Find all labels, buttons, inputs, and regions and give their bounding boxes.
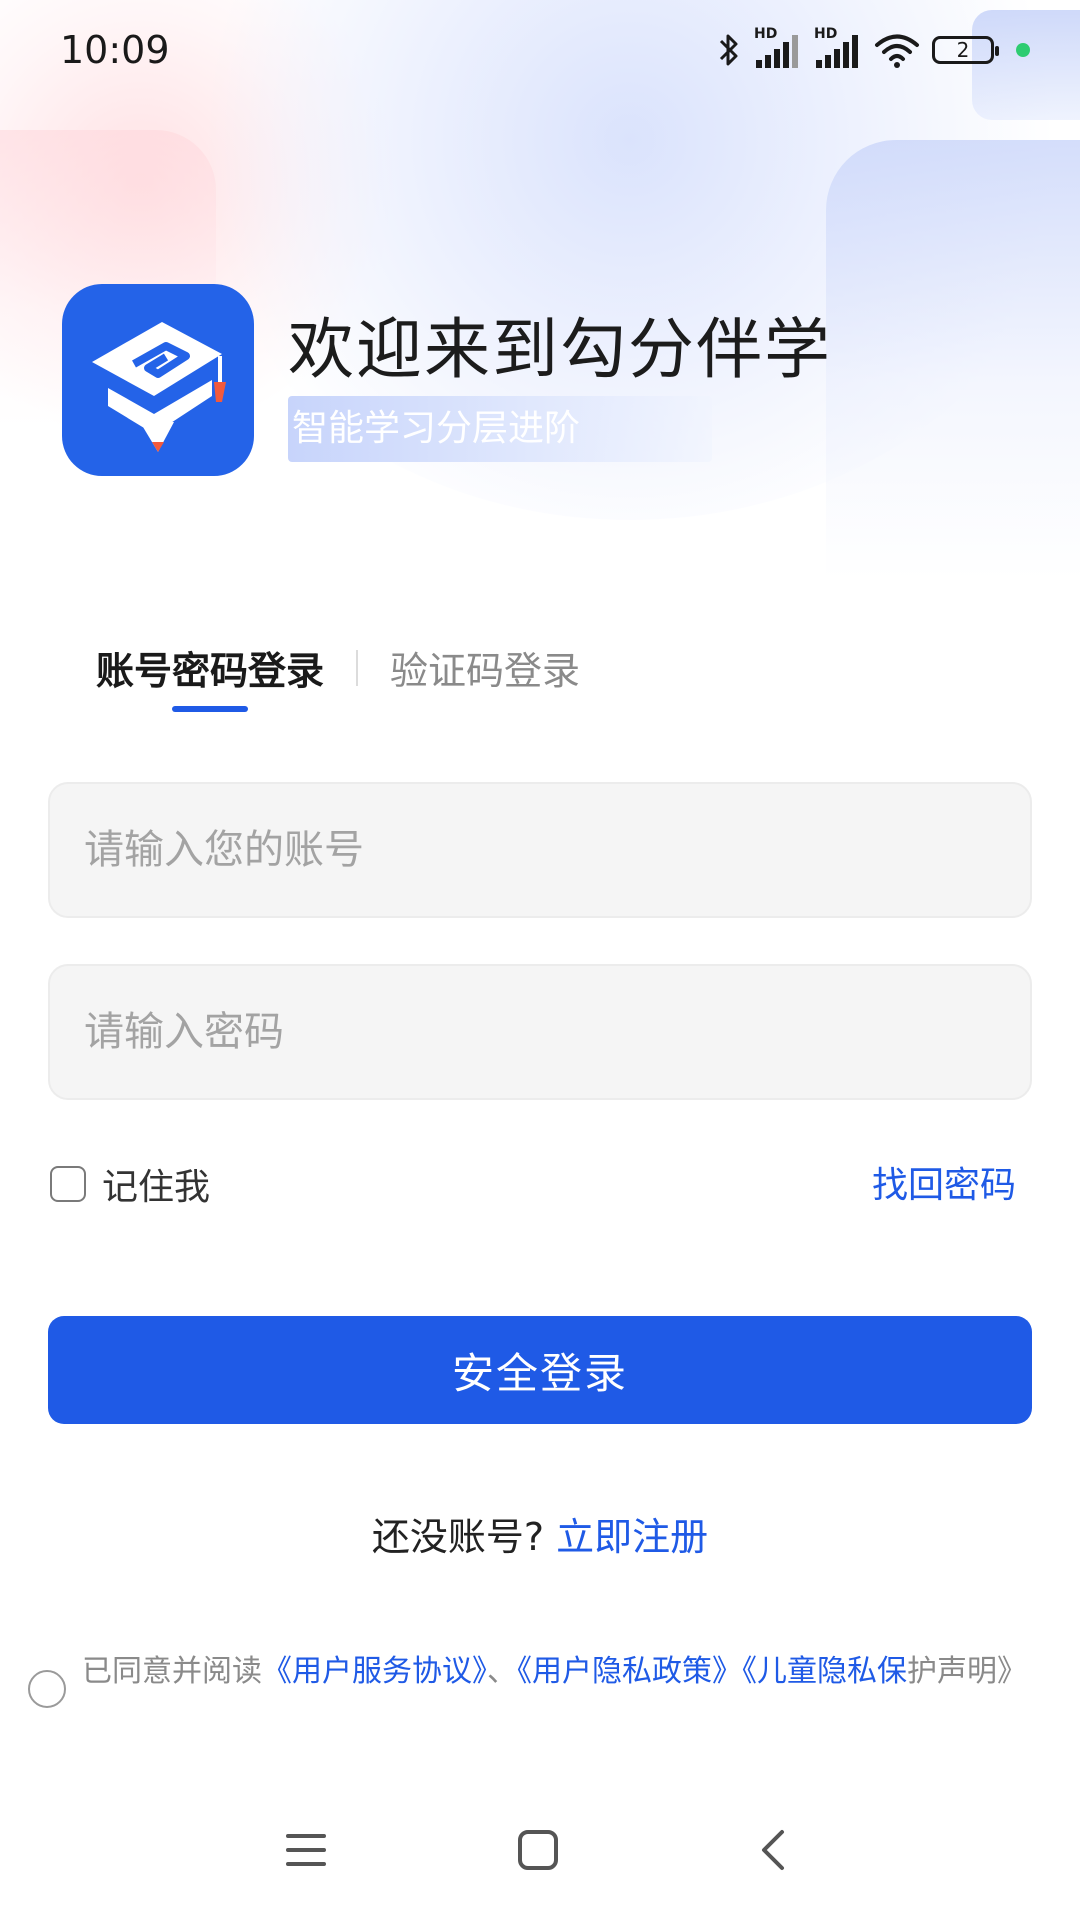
status-time: 10:09 [60,28,170,72]
welcome-title: 欢迎来到勾分伴学 [288,311,832,388]
bluetooth-icon [719,34,738,66]
agreement-separator: 、 [487,1654,517,1689]
system-nav-bar [0,1800,1080,1920]
signal-icon: HD [754,26,802,70]
signal-icon: HD [814,26,862,70]
privacy-policy-link[interactable]: 《用户隐私政策》 [517,1654,742,1689]
password-field [48,964,1032,1100]
background-shape [826,140,1080,580]
child-privacy-link-end[interactable]: 护声明》 [907,1654,1027,1689]
tab-label: 验证码登录 [390,649,581,693]
remember-label: 记住我 [102,1167,211,1208]
tab-label: 账号密码登录 [96,649,325,693]
register-prompt-text: 还没账号? [371,1515,545,1559]
active-tab-indicator [172,706,248,712]
remember-checkbox[interactable] [50,1166,86,1202]
wifi-icon [875,34,919,68]
forgot-password-link[interactable]: 找回密码 [872,1156,1016,1208]
account-input[interactable] [50,784,1030,916]
account-field [48,782,1032,918]
login-screen: 10:09 HD HD 2 欢迎来到勾分伴学 智能学习分层进阶 账号密码登录 验… [0,0,1080,1920]
app-slogan: 智能学习分层进阶 [288,396,712,462]
app-logo-icon [62,284,254,476]
remember-me[interactable]: 记住我 [50,1158,210,1210]
battery-icon: 2 [932,36,999,64]
battery-level: 2 [956,38,970,62]
agreement-checkbox[interactable] [28,1670,66,1708]
tab-divider [356,649,359,686]
back-icon[interactable] [752,1828,796,1872]
login-button[interactable]: 安全登录 [48,1316,1032,1424]
agreement-text: 已同意并阅读《用户服务协议》、《用户隐私政策》《儿童隐私保护声明》 [82,1650,1062,1694]
status-bar: 10:09 HD HD 2 [0,0,1080,100]
tab-code-login[interactable]: 验证码登录 [390,640,580,695]
menu-icon[interactable] [284,1828,328,1872]
user-service-agreement-link[interactable]: 《用户服务协议》 [262,1654,487,1689]
password-input[interactable] [50,966,1030,1098]
agreement-prefix: 已同意并阅读 [82,1654,262,1689]
tab-password-login[interactable]: 账号密码登录 [96,640,325,712]
privacy-indicator-dot [1016,43,1030,57]
child-privacy-link[interactable]: 《儿童隐私保 [742,1654,907,1689]
home-icon[interactable] [516,1828,560,1872]
login-method-tabs: 账号密码登录 验证码登录 [96,640,580,712]
register-link[interactable]: 立即注册 [556,1515,708,1559]
status-icons: HD HD 2 [716,26,1030,70]
register-prompt: 还没账号? 立即注册 [0,1506,1080,1561]
